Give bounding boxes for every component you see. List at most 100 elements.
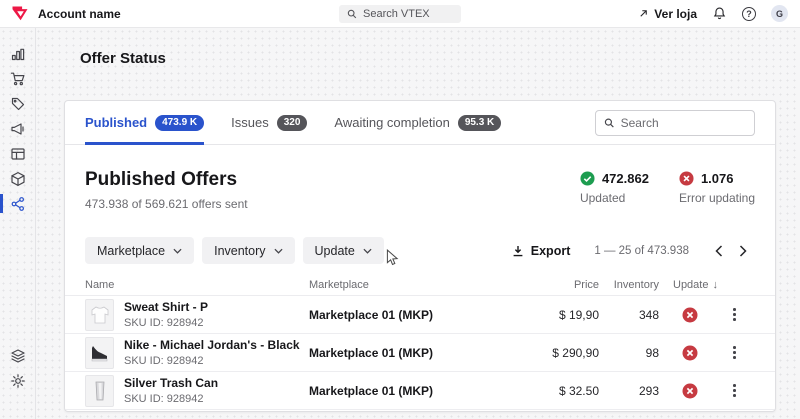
sidebar-item-promotions[interactable] (0, 91, 36, 116)
user-avatar[interactable]: G (771, 5, 788, 22)
sidebar-nav (0, 28, 36, 419)
kebab-menu-icon (729, 342, 740, 363)
filter-marketplace-button[interactable]: Marketplace (85, 237, 194, 264)
offer-row-sweat-shirt[interactable]: Sweat Shirt - P SKU ID: 928942 Marketpla… (65, 296, 775, 334)
vtex-admin-screen: Account name Search VTEX Ver loja (0, 0, 800, 419)
sort-desc-icon: ↓ (712, 279, 718, 291)
marketplace-cell: Marketplace 01 (MKP) (309, 346, 519, 360)
tab-awaiting-completion-label: Awaiting completion (334, 115, 449, 130)
help-icon: ? (742, 7, 756, 21)
price-cell: $ 19,90 (519, 308, 599, 322)
topbar-left: Account name (12, 6, 121, 21)
notifications-button[interactable] (712, 6, 727, 21)
sidebar-item-apps[interactable] (0, 343, 36, 368)
filter-inventory-label: Inventory (214, 244, 265, 258)
tab-issues-label: Issues (231, 115, 269, 130)
export-button[interactable]: Export (511, 244, 571, 258)
view-store-label: Ver loja (654, 7, 697, 21)
pagination-range: 1 — 25 of 473.938 (594, 245, 689, 257)
bell-icon (712, 6, 727, 21)
sidebar-item-marketing[interactable] (0, 116, 36, 141)
product-thumbnail-sneaker (85, 337, 114, 369)
toolbar-right: Export 1 — 25 of 473.938 (511, 242, 755, 260)
tab-issues[interactable]: Issues 320 (231, 101, 307, 144)
tag-icon (10, 96, 26, 112)
next-page-button[interactable] (731, 242, 755, 260)
bar-chart-icon (10, 46, 26, 62)
header-price: Price (519, 279, 599, 291)
error-x-icon (682, 383, 698, 399)
account-name: Account name (38, 7, 121, 21)
filter-update-label: Update (315, 244, 355, 258)
sidebar-item-orders[interactable] (0, 66, 36, 91)
toolbar-row: Marketplace Inventory Update (65, 237, 775, 264)
product-name: Silver Trash Can (124, 376, 218, 391)
product-name: Nike - Michael Jordan's - Black (124, 338, 300, 353)
sidebar-item-settings[interactable] (0, 368, 36, 393)
error-x-icon (682, 307, 698, 323)
offers-table: Name Marketplace Price Inventory Update … (65, 274, 775, 410)
table-header-row: Name Marketplace Price Inventory Update … (65, 274, 775, 296)
app-shell: Offer Status Published 473.9 K Issues 32… (0, 28, 800, 419)
tabs-row: Published 473.9 K Issues 320 Awaiting co… (65, 101, 775, 145)
updated-label: Updated (580, 191, 649, 205)
row-actions-button[interactable] (714, 342, 755, 363)
product-sku: SKU ID: 928942 (124, 393, 218, 405)
offers-search-input[interactable] (621, 116, 746, 130)
product-text: Sweat Shirt - P SKU ID: 928942 (124, 300, 208, 329)
arrow-up-right-icon (638, 8, 649, 19)
product-thumbnail-trash-can (85, 375, 114, 407)
product-sku: SKU ID: 928942 (124, 317, 208, 329)
price-cell: $ 290,90 (519, 346, 599, 360)
inventory-cell: 98 (599, 346, 659, 360)
offer-row-nike-jordan[interactable]: Nike - Michael Jordan's - Black SKU ID: … (65, 334, 775, 372)
search-icon (604, 117, 615, 129)
marketplace-cell: Marketplace 01 (MKP) (309, 384, 519, 398)
filter-inventory-button[interactable]: Inventory (202, 237, 294, 264)
error-x-icon (682, 345, 698, 361)
tab-published[interactable]: Published 473.9 K (85, 101, 204, 144)
tab-published-label: Published (85, 115, 147, 130)
stat-error-updating: 1.076 Error updating (679, 171, 755, 205)
chevron-right-icon (739, 245, 747, 257)
storefront-icon (10, 146, 26, 162)
tab-awaiting-completion[interactable]: Awaiting completion 95.3 K (334, 101, 501, 144)
chevron-down-icon (173, 248, 182, 254)
download-icon (511, 244, 525, 258)
export-label: Export (531, 244, 571, 258)
previous-page-button[interactable] (707, 242, 731, 260)
chevron-down-icon (274, 248, 283, 254)
offer-status-card: Published 473.9 K Issues 320 Awaiting co… (64, 100, 776, 412)
sidebar-item-analytics[interactable] (0, 41, 36, 66)
topbar: Account name Search VTEX Ver loja (0, 0, 800, 28)
update-status-cell (659, 307, 714, 323)
summary-heading: Published Offers (85, 169, 248, 191)
view-store-button[interactable]: Ver loja (638, 7, 697, 21)
update-status-cell (659, 383, 714, 399)
gear-icon (10, 373, 26, 389)
chevron-down-icon (363, 248, 372, 254)
vtex-logo-icon (12, 6, 28, 21)
sidebar-item-storefront[interactable] (0, 141, 36, 166)
megaphone-icon (10, 121, 26, 137)
help-button[interactable]: ? (742, 7, 756, 21)
header-name: Name (85, 279, 309, 291)
global-search[interactable]: Search VTEX (339, 5, 461, 23)
filter-update-button[interactable]: Update (303, 237, 384, 264)
product-sku: SKU ID: 928942 (124, 355, 300, 367)
offer-row-silver-trash-can[interactable]: Silver Trash Can SKU ID: 928942 Marketpl… (65, 372, 775, 410)
price-cell: $ 32.50 (519, 384, 599, 398)
sidebar-item-integrations[interactable] (0, 191, 36, 216)
summary-row: Published Offers 473.938 of 569.621 offe… (65, 145, 775, 211)
inventory-cell: 348 (599, 308, 659, 322)
package-box-icon (10, 171, 26, 187)
shopping-cart-icon (10, 71, 26, 87)
row-actions-button[interactable] (714, 380, 755, 401)
error-label: Error updating (679, 191, 755, 205)
row-actions-button[interactable] (714, 304, 755, 325)
kebab-menu-icon (729, 380, 740, 401)
success-check-icon (580, 171, 595, 186)
sidebar-item-catalog[interactable] (0, 166, 36, 191)
header-update-sort[interactable]: Update ↓ (659, 279, 714, 291)
offers-search (595, 110, 755, 136)
